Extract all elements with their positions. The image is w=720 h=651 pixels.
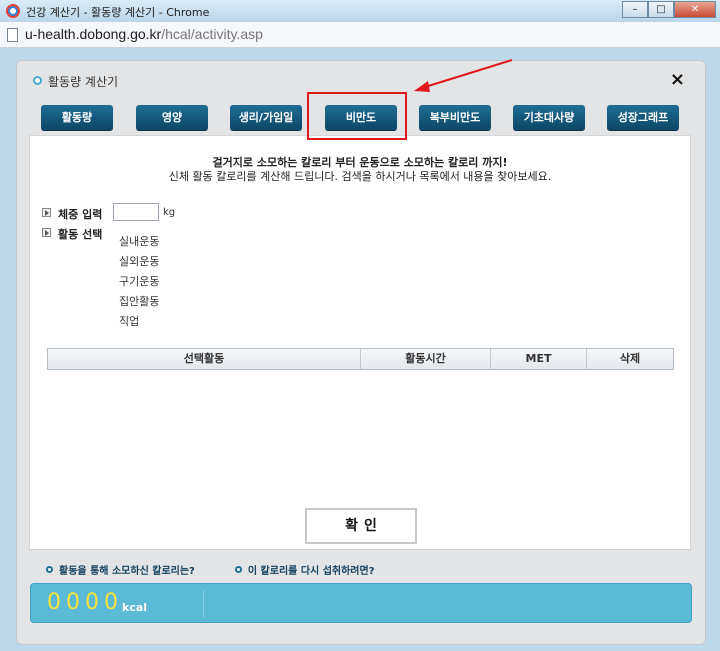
window-titlebar: 건강 계산기 - 활동량 계산기 - Chrome – □ ✕ bbox=[0, 0, 720, 22]
divider bbox=[203, 590, 204, 618]
tab-nutrition[interactable]: 영양 bbox=[136, 105, 208, 130]
window-title: 건강 계산기 - 활동량 계산기 - Chrome bbox=[26, 6, 210, 19]
url-text[interactable]: u-health.dobong.go.kr/hcal/activity.asp bbox=[25, 26, 263, 42]
weight-label: 체중 입력 bbox=[58, 208, 103, 221]
calorie-value: 0000 bbox=[47, 590, 123, 615]
page-icon bbox=[7, 28, 18, 42]
question-burned: 활동을 통해 소모하신 칼로리는? bbox=[46, 562, 195, 577]
bullet-icon bbox=[46, 566, 53, 573]
column-delete: 삭제 bbox=[619, 352, 641, 365]
question-row: 활동을 통해 소모하신 칼로리는? 이 칼로리를 다시 섭취하려면? bbox=[46, 562, 375, 577]
maximize-button[interactable]: □ bbox=[648, 1, 674, 18]
activity-list: 실내운동 실외운동 구기운동 집안활동 직업 bbox=[119, 232, 159, 332]
question-intake: 이 칼로리를 다시 섭취하려면? bbox=[234, 562, 375, 577]
column-activity-time: 활동시간 bbox=[361, 349, 491, 369]
result-bar: 0000 kcal bbox=[30, 583, 692, 623]
weight-input[interactable] bbox=[113, 203, 159, 221]
tab-activity[interactable]: 활동량 bbox=[41, 105, 113, 130]
question-burned-text: 활동을 통해 소모하신 칼로리는? bbox=[59, 566, 195, 577]
chrome-icon bbox=[6, 4, 20, 18]
tab-menstrual[interactable]: 생리/가임일 bbox=[230, 105, 302, 130]
column-met: MET bbox=[491, 349, 587, 369]
dialog-title: 활동량 계산기 bbox=[48, 75, 119, 89]
close-icon[interactable]: × bbox=[670, 69, 685, 90]
arrow-bullet-icon bbox=[42, 228, 51, 237]
weight-unit: kg bbox=[163, 207, 176, 218]
tab-abdominal-obesity[interactable]: 복부비만도 bbox=[419, 105, 491, 130]
tab-growth-chart[interactable]: 성장그래프 bbox=[607, 105, 679, 130]
activity-item-outdoor[interactable]: 실외운동 bbox=[119, 252, 159, 272]
activity-table-header: 선택활동 활동시간 MET 삭제 bbox=[47, 348, 674, 370]
activity-label: 활동 선택 bbox=[58, 228, 103, 241]
close-window-button[interactable]: ✕ bbox=[674, 1, 716, 18]
bullet-icon bbox=[234, 566, 242, 573]
confirm-button[interactable]: 확인 bbox=[305, 508, 417, 544]
tab-basal-metabolism[interactable]: 기초대사량 bbox=[513, 105, 585, 130]
highlight-box bbox=[307, 92, 407, 140]
minimize-button[interactable]: – bbox=[622, 1, 648, 18]
calorie-unit: kcal bbox=[122, 601, 148, 614]
question-intake-text: 이 칼로리를 다시 섭취하려면? bbox=[247, 566, 375, 577]
activity-item-job[interactable]: 직업 bbox=[119, 312, 159, 332]
url-host: u-health.dobong.go.kr bbox=[25, 26, 162, 42]
activity-item-ballgame[interactable]: 구기운동 bbox=[119, 272, 159, 292]
window-controls: – □ ✕ bbox=[622, 1, 716, 18]
column-selected-activity: 선택활동 bbox=[48, 349, 361, 369]
url-path: /hcal/activity.asp bbox=[161, 26, 263, 42]
activity-item-housework[interactable]: 집안활동 bbox=[119, 292, 159, 312]
intro-description: 신체 활동 칼로리를 계산해 드립니다. 검색을 하시거나 목록에서 내용을 찾… bbox=[168, 170, 552, 183]
activity-item-indoor[interactable]: 실내운동 bbox=[119, 232, 159, 252]
bullet-icon bbox=[33, 76, 42, 85]
content-panel: 걸거지로 소모하는 칼로리 부터 운동으로 소모하는 칼로리 까지! 신체 활동… bbox=[29, 135, 691, 550]
arrow-bullet-icon bbox=[42, 208, 51, 217]
address-bar[interactable]: u-health.dobong.go.kr/hcal/activity.asp bbox=[0, 22, 720, 48]
